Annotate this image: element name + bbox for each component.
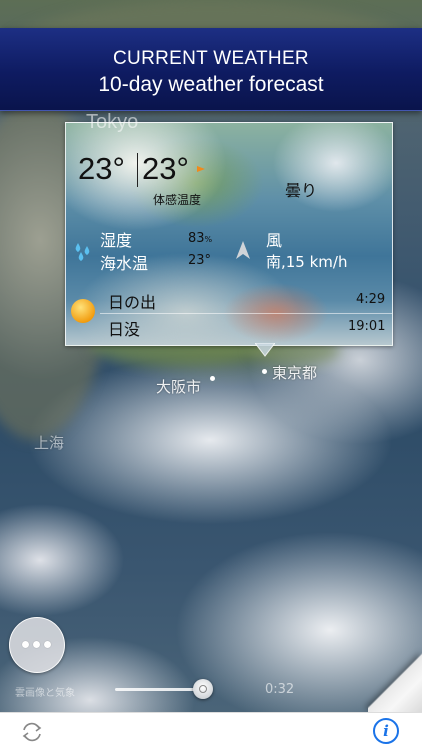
sunrise-label: 日の出 bbox=[108, 293, 157, 312]
flag-icon bbox=[197, 166, 205, 172]
weather-popup[interactable]: Tokyo 23° 23° 体感温度 曇り 湿度 83% 海水温 23° 風 南… bbox=[65, 111, 393, 346]
city-dot bbox=[262, 369, 267, 374]
refresh-icon[interactable] bbox=[19, 721, 45, 743]
city-name-faded: Tokyo bbox=[86, 111, 139, 133]
layer-caption: 雲画像と気象 bbox=[15, 688, 75, 699]
city-label-tokyo[interactable]: 東京都 bbox=[272, 362, 317, 383]
sunset-value: 19:01 bbox=[348, 319, 386, 334]
temperature-actual: 23° bbox=[78, 151, 125, 186]
humidity-unit: % bbox=[204, 235, 213, 244]
sea-temp-label: 海水温 bbox=[100, 254, 149, 273]
divider bbox=[100, 313, 392, 314]
city-label-osaka[interactable]: 大阪市 bbox=[156, 376, 201, 397]
bottom-toolbar: i bbox=[0, 712, 422, 751]
banner-title: CURRENT WEATHER bbox=[113, 48, 309, 69]
temperature-feels: 23° bbox=[142, 151, 189, 186]
dot-icon bbox=[44, 641, 51, 648]
sea-temp-value: 23° bbox=[188, 253, 212, 268]
temp-divider bbox=[137, 153, 138, 187]
wind-direction-arrow-icon bbox=[236, 241, 250, 259]
promo-banner: CURRENT WEATHER 10-day weather forecast bbox=[0, 28, 422, 111]
humidity-value: 83% bbox=[188, 231, 212, 246]
feels-like-label: 体感温度 bbox=[153, 193, 202, 207]
more-options-button[interactable] bbox=[9, 617, 65, 673]
humidity-number: 83 bbox=[188, 231, 205, 246]
sunrise-value: 4:29 bbox=[356, 292, 386, 307]
timeline-time: 0:32 bbox=[265, 682, 295, 697]
sunset-label: 日没 bbox=[108, 320, 141, 339]
humidity-label: 湿度 bbox=[100, 231, 133, 250]
dot-icon bbox=[33, 641, 40, 648]
city-dot bbox=[210, 376, 215, 381]
condition-text: 曇り bbox=[285, 181, 318, 200]
wind-label: 風 bbox=[266, 231, 283, 250]
dot-icon bbox=[22, 641, 29, 648]
timeline-slider-handle[interactable] bbox=[193, 679, 213, 699]
banner-subtitle: 10-day weather forecast bbox=[98, 73, 324, 96]
info-button[interactable]: i bbox=[373, 718, 399, 744]
humidity-drops-icon bbox=[75, 243, 90, 261]
page-curl-icon[interactable] bbox=[368, 652, 422, 712]
sun-icon bbox=[71, 299, 95, 323]
timeline-track[interactable] bbox=[115, 688, 205, 691]
popup-pointer-icon bbox=[255, 343, 275, 357]
wind-value: 南,15 km/h bbox=[266, 253, 348, 271]
city-label-shanghai[interactable]: 上海 bbox=[34, 432, 64, 453]
